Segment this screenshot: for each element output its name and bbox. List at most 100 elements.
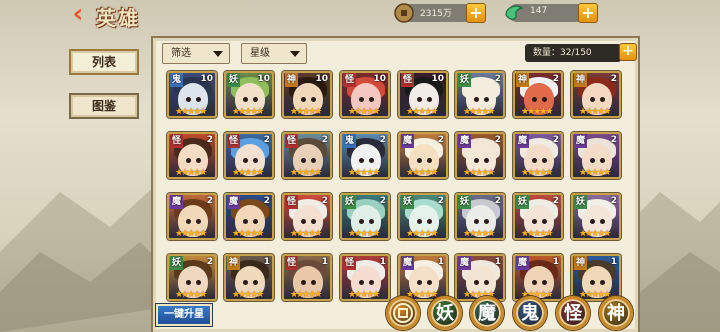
hero-eye <box>427 280 432 285</box>
hero-card[interactable]: 妖 2 ★★★★★ <box>398 193 448 240</box>
hero-card[interactable]: 魔 2 ★★★★★ <box>455 132 505 179</box>
hero-level: 2 <box>494 135 501 145</box>
faction-yao-button[interactable]: 妖 <box>428 296 462 330</box>
add-coins-button[interactable]: + <box>466 3 486 23</box>
hero-card[interactable]: 妖 2 ★★★★★ <box>340 193 390 240</box>
hero-stars: ★★★★★ <box>579 229 611 239</box>
hero-card[interactable]: 妖 2 ★★★★★ <box>513 193 563 240</box>
faction-guai-button[interactable]: 怪 <box>556 296 590 330</box>
hero-eye <box>359 219 364 224</box>
hero-level: 10 <box>257 74 270 84</box>
hero-level: 1 <box>263 257 270 267</box>
hero-card[interactable]: 妖 2 ★★★★★ <box>455 71 505 118</box>
hero-eye <box>186 280 191 285</box>
hero-eye <box>186 219 191 224</box>
star-dropdown[interactable]: 星级 <box>241 43 307 64</box>
hero-card[interactable]: 魔 2 ★★★★★ <box>513 132 563 179</box>
hero-eye <box>253 280 258 285</box>
hero-level: 2 <box>610 196 617 206</box>
tab-gallery[interactable]: 图鉴 <box>69 93 139 119</box>
hero-eye <box>474 158 479 163</box>
hero-faction-badge: 怪 <box>401 73 414 87</box>
hero-card[interactable]: 魔 1 ★★★★★ <box>455 254 505 301</box>
tab-list[interactable]: 列表 <box>69 49 139 75</box>
hero-card[interactable]: 神 2 ★★★★★ <box>571 71 621 118</box>
hero-eye <box>359 97 364 102</box>
hero-eye <box>532 280 537 285</box>
back-arrow-icon[interactable]: ‹ <box>66 1 90 27</box>
one-click-upstar-button[interactable]: 一键升星 <box>156 304 212 326</box>
hero-eye <box>253 97 258 102</box>
hero-card[interactable]: 怪 10 ★★★★★ <box>340 71 390 118</box>
hero-faction-badge: 妖 <box>343 195 356 209</box>
hero-faction-badge: 神 <box>516 73 529 87</box>
hero-card[interactable]: 怪 2 ★★★★★ <box>167 132 217 179</box>
jade-icon <box>505 5 524 20</box>
hero-eye <box>196 97 201 102</box>
hero-level: 2 <box>494 74 501 84</box>
hero-eye <box>600 97 605 102</box>
hero-card[interactable]: 魔 2 ★★★★★ <box>167 193 217 240</box>
hero-card[interactable]: 妖 2 ★★★★★ <box>167 254 217 301</box>
hero-card[interactable]: 妖 2 ★★★★★ <box>571 193 621 240</box>
hero-eye <box>542 280 547 285</box>
jade-counter: 147 + <box>505 3 598 23</box>
hero-eye <box>369 219 374 224</box>
hero-level: 1 <box>321 257 328 267</box>
hero-level: 2 <box>206 257 213 267</box>
hero-eye <box>311 158 316 163</box>
hero-card[interactable]: 鬼 2 ★★★★★ <box>340 132 390 179</box>
hero-stars: ★★★★★ <box>348 290 380 300</box>
hero-card[interactable]: 魔 1 ★★★★★ <box>398 254 448 301</box>
all-factions-icon <box>393 303 413 323</box>
hero-card[interactable]: 魔 2 ★★★★★ <box>224 193 274 240</box>
hero-card[interactable]: 怪 10 ★★★★★ <box>398 71 448 118</box>
hero-card[interactable]: 神 10 ★★★★★ <box>282 71 332 118</box>
hero-eye <box>474 97 479 102</box>
add-jade-button[interactable]: + <box>578 3 598 23</box>
faction-gui-button[interactable]: 鬼 <box>513 296 547 330</box>
hero-eye <box>301 219 306 224</box>
hero-card[interactable]: 怪 1 ★★★★★ <box>340 254 390 301</box>
hero-level: 2 <box>263 135 270 145</box>
hero-card[interactable]: 魔 2 ★★★★★ <box>571 132 621 179</box>
expand-capacity-button[interactable]: + <box>619 43 637 61</box>
hero-card[interactable]: 怪 2 ★★★★★ <box>224 132 274 179</box>
faction-mo-button[interactable]: 魔 <box>470 296 504 330</box>
hero-card[interactable]: 怪 2 ★★★★★ <box>282 132 332 179</box>
hero-eye <box>196 280 201 285</box>
coin-icon <box>394 3 414 23</box>
hero-card[interactable]: 妖 10 ★★★★★ <box>224 71 274 118</box>
hero-stars: ★★★★★ <box>232 290 264 300</box>
hero-level: 10 <box>373 74 386 84</box>
hero-faction-badge: 魔 <box>227 195 240 209</box>
hero-card[interactable]: 魔 2 ★★★★★ <box>398 132 448 179</box>
hero-card[interactable]: 妖 2 ★★★★★ <box>455 193 505 240</box>
jade-value: 147 <box>530 6 548 16</box>
hero-card[interactable]: 魔 1 ★★★★★ <box>513 254 563 301</box>
hero-eye <box>532 219 537 224</box>
hero-card[interactable]: 神 2 ★★★★★ <box>513 71 563 118</box>
hero-level: 2 <box>321 135 328 145</box>
faction-shen-button[interactable]: 神 <box>599 296 633 330</box>
hero-faction-badge: 怪 <box>343 256 356 270</box>
hero-stars: ★★★★★ <box>232 229 264 239</box>
hero-stars: ★★★★★ <box>175 168 207 178</box>
hero-faction-badge: 妖 <box>516 195 529 209</box>
hero-eye <box>301 280 306 285</box>
hero-card[interactable]: 神 1 ★★★★★ <box>224 254 274 301</box>
hero-stars: ★★★★★ <box>175 229 207 239</box>
hero-card[interactable]: 鬼 10 ★★★★★ <box>167 71 217 118</box>
hero-stars: ★★★★★ <box>232 168 264 178</box>
hero-eye <box>253 219 258 224</box>
faction-all-button[interactable] <box>386 296 420 330</box>
hero-stars: ★★★★★ <box>463 107 495 117</box>
hero-stars: ★★★★★ <box>290 168 322 178</box>
hero-card[interactable]: 怪 1 ★★★★★ <box>282 254 332 301</box>
hero-card[interactable]: 神 1 ★★★★★ <box>571 254 621 301</box>
hero-eye <box>590 158 595 163</box>
hero-stars: ★★★★★ <box>463 229 495 239</box>
hero-card[interactable]: 怪 2 ★★★★★ <box>282 193 332 240</box>
filter-dropdown[interactable]: 筛选 <box>162 43 230 64</box>
hero-eye <box>590 97 595 102</box>
